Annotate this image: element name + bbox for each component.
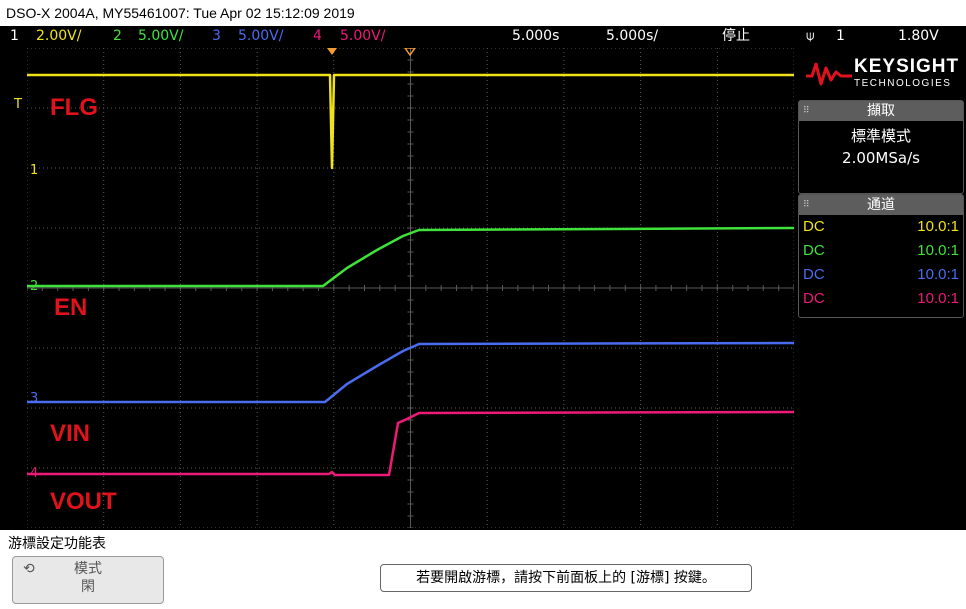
ch4-scale[interactable]: 5.00V/ [340, 26, 385, 46]
grip-icon: ⠿ [803, 106, 810, 116]
brand-logo: KEYSIGHT TECHNOLOGIES [796, 46, 966, 100]
ch3-probe: 10.0:1 [917, 266, 959, 283]
channel-row-2: DC 10.0:1 [799, 239, 963, 263]
trigger-level[interactable]: 1.80V [898, 26, 939, 46]
time-scale[interactable]: 5.000s/ [606, 26, 658, 46]
ch2-probe: 10.0:1 [917, 242, 959, 259]
brand-sub: TECHNOLOGIES [854, 78, 952, 89]
ch3-coupling: DC [803, 266, 825, 283]
softkey-value: 閑 [81, 579, 95, 595]
message-box: 若要開啟游標，請按下前面板上的 [游標] 按鍵。 [380, 564, 752, 592]
window-title: DSO-X 2004A, MY55461007: Tue Apr 02 15:1… [0, 0, 966, 26]
ch1-coupling: DC [803, 218, 825, 235]
rotate-icon: ⟲ [23, 561, 35, 577]
brand-name: KEYSIGHT [854, 56, 960, 77]
label-vin: VIN [50, 420, 91, 447]
run-state[interactable]: 停止 [722, 26, 750, 46]
waveform-graticule [27, 48, 794, 528]
label-flg: FLG [50, 94, 98, 121]
channel-row-3: DC 10.0:1 [799, 263, 963, 287]
channel-title: 通道 [867, 197, 895, 213]
softkey-bar: 游標設定功能表 ⟲ 模式 閑 若要開啟游標，請按下前面板上的 [游標] 按鍵。 [0, 530, 966, 609]
acquire-title: 擷取 [867, 103, 895, 119]
ch4-probe: 10.0:1 [917, 290, 959, 307]
trigger-level-marker[interactable]: T [14, 98, 22, 112]
channel-row-1: DC 10.0:1 [799, 215, 963, 239]
label-vout: VOUT [50, 488, 117, 515]
softkey-label: 模式 [74, 561, 102, 577]
acquire-header: ⠿ 擷取 [799, 101, 963, 121]
channel-header: ⠿ 通道 [799, 195, 963, 215]
label-en: EN [54, 294, 88, 321]
status-bar: 1 2.00V/ 2 5.00V/ 3 5.00V/ 4 5.00V/ 5.00… [0, 26, 966, 46]
acquire-mode: 標準模式 [850, 127, 911, 145]
channel-marker-bar: T 1 2 3 4 [0, 46, 38, 530]
ch3-number[interactable]: 3 [212, 26, 221, 46]
trigger-point-marker[interactable] [327, 48, 337, 55]
keysight-wave-icon [806, 62, 852, 86]
plot-area [27, 48, 794, 528]
trigger-edge-icon: ⍦ [806, 28, 815, 44]
ch2-scale[interactable]: 5.00V/ [138, 26, 183, 46]
ch3-scale[interactable]: 5.00V/ [238, 26, 283, 46]
acquire-box[interactable]: ⠿ 擷取 標準模式 2.00MSa/s [798, 100, 964, 194]
channel-row-4: DC 10.0:1 [799, 287, 963, 311]
ch1-number[interactable]: 1 [10, 26, 19, 46]
info-panel: KEYSIGHT TECHNOLOGIES ⠿ 擷取 標準模式 2.00MSa/… [796, 46, 966, 530]
grip-icon: ⠿ [803, 200, 810, 210]
ch1-probe: 10.0:1 [917, 218, 959, 235]
waveform-display[interactable]: T 1 2 3 4 FLG EN VIN VOUT [0, 46, 796, 530]
sample-rate: 2.00MSa/s [842, 149, 920, 167]
ch1-scale[interactable]: 2.00V/ [36, 26, 81, 46]
channel-box[interactable]: ⠿ 通道 DC 10.0:1 DC 10.0:1 DC 10.0:1 DC 10… [798, 194, 964, 318]
ch2-number[interactable]: 2 [113, 26, 122, 46]
ch4-number[interactable]: 4 [313, 26, 322, 46]
ch2-coupling: DC [803, 242, 825, 259]
ch4-coupling: DC [803, 290, 825, 307]
cursor-mode-softkey[interactable]: ⟲ 模式 閑 [12, 556, 164, 604]
menu-title: 游標設定功能表 [8, 536, 106, 552]
time-delay[interactable]: 5.000s [512, 26, 559, 46]
trigger-source[interactable]: 1 [836, 26, 845, 46]
